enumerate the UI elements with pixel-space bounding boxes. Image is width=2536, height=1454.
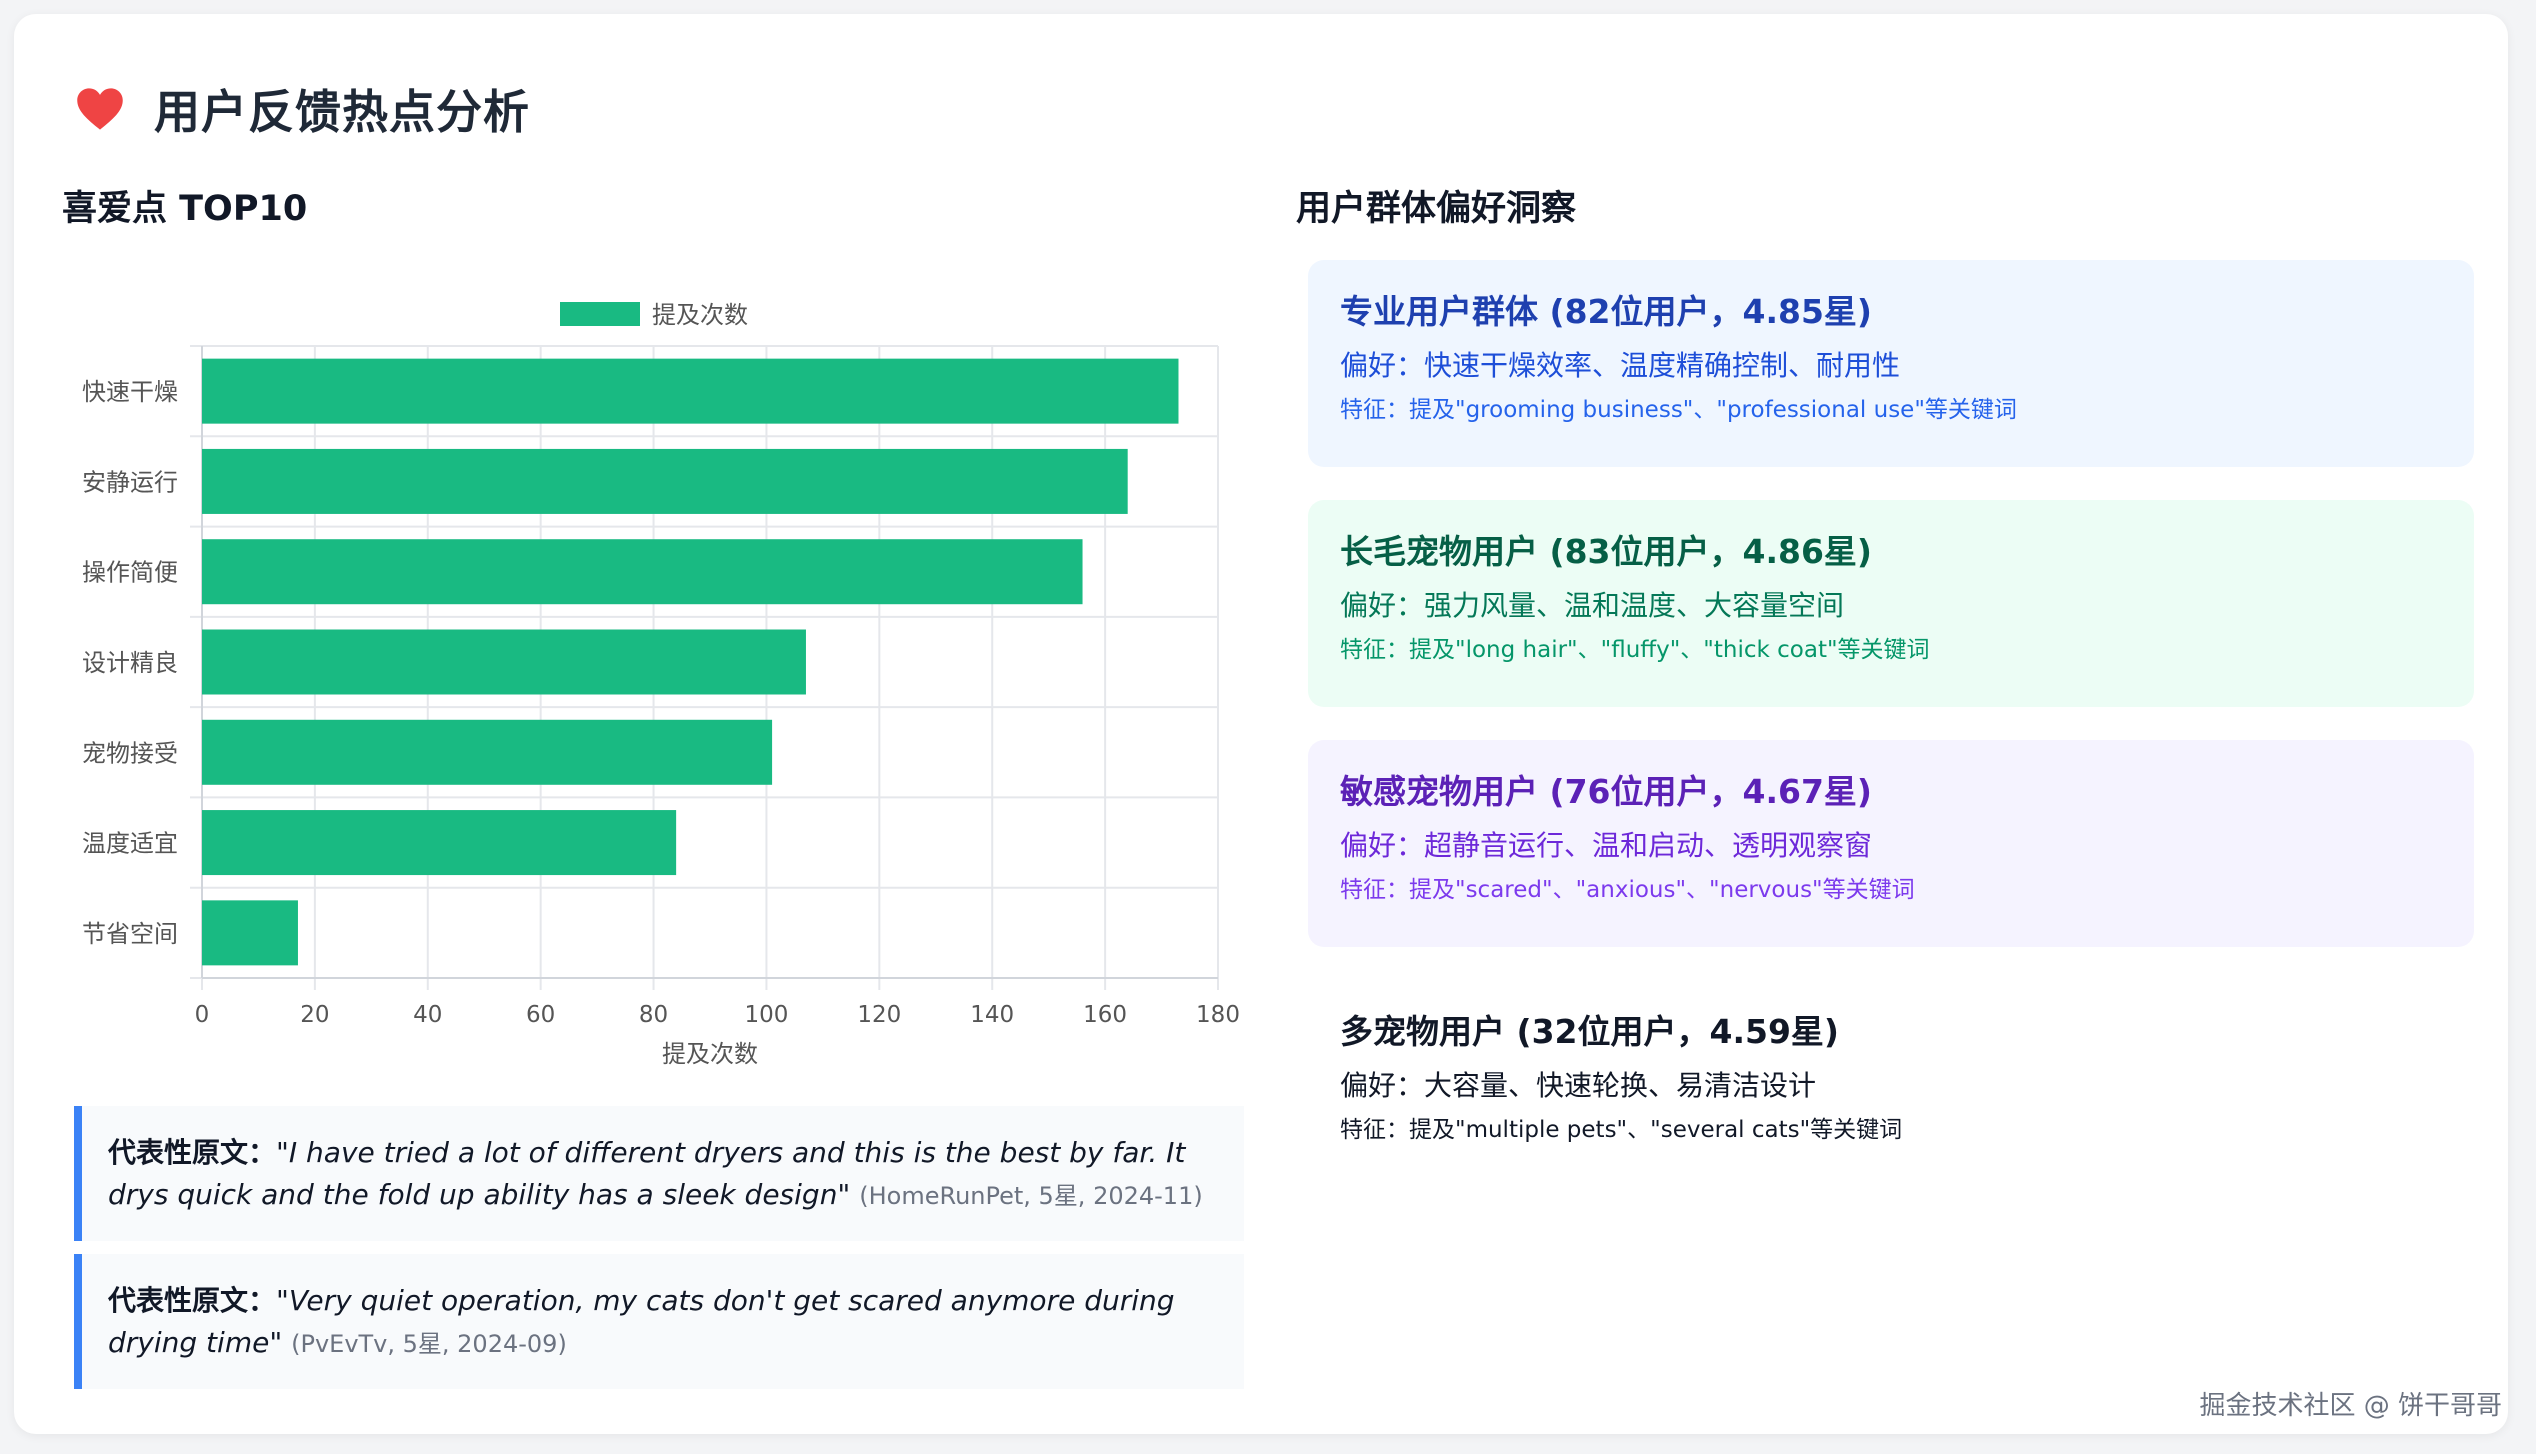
group-card-sensitive: 敏感宠物用户 (76位用户，4.67星) 偏好：超静音运行、温和启动、透明观察窗… (1308, 740, 2474, 947)
group-name: 专业用户群体 (82位用户，4.85星) (1340, 292, 1872, 331)
x-axis-label: 提及次数 (662, 1040, 758, 1068)
group-feature: 特征：提及"multiple pets"、"several cats"等关键词 (1340, 1117, 1903, 1143)
x-tick-label: 160 (1083, 1002, 1127, 1028)
bar (202, 629, 806, 695)
page-title: 用户反馈热点分析 (154, 85, 530, 139)
quote-block-1: 代表性原文："I have tried a lot of different d… (74, 1106, 1244, 1241)
x-tick-label: 140 (970, 1002, 1014, 1028)
group-name: 敏感宠物用户 (76位用户，4.67星) (1340, 772, 1872, 811)
group-name: 长毛宠物用户 (83位用户，4.86星) (1340, 532, 1872, 571)
watermark: 掘金技术社区 @ 饼干哥哥 (2199, 1391, 2502, 1421)
group-feature: 特征：提及"grooming business"、"professional u… (1340, 397, 2017, 423)
quote-source: (HomeRunPet, 5星, 2024-11) (859, 1182, 1203, 1210)
y-category-label: 安静运行 (82, 468, 178, 496)
y-category-label: 节省空间 (82, 920, 178, 948)
group-feature: 特征：提及"scared"、"anxious"、"nervous"等关键词 (1340, 877, 1915, 903)
group-card-professional: 专业用户群体 (82位用户，4.85星) 偏好：快速干燥效率、温度精确控制、耐用… (1308, 260, 2474, 467)
bar (202, 810, 677, 876)
quote-source: (PvEvTv, 5星, 2024-09) (291, 1330, 567, 1358)
quote-label: 代表性原文： (108, 1284, 277, 1317)
legend-label: 提及次数 (652, 301, 748, 329)
y-category-label: 宠物接受 (82, 739, 178, 767)
group-preference: 偏好：快速干燥效率、温度精确控制、耐用性 (1340, 349, 1901, 382)
group-name: 多宠物用户 (32位用户，4.59星) (1340, 1012, 1839, 1051)
favorites-section-title: 喜爱点 TOP10 (62, 189, 308, 229)
y-category-label: 快速干燥 (82, 378, 178, 406)
group-preference: 偏好：超静音运行、温和启动、透明观察窗 (1340, 829, 1873, 862)
x-tick-label: 60 (526, 1002, 555, 1028)
x-tick-label: 20 (300, 1002, 329, 1028)
bar (202, 719, 773, 785)
y-category-label: 温度适宜 (82, 830, 178, 858)
quote-block-2: 代表性原文："Very quiet operation, my cats don… (74, 1254, 1244, 1389)
groups-section-title: 用户群体偏好洞察 (1296, 189, 1577, 229)
chart-svg: 0 20 40 60 80 100 120 140 160 180 快速干燥安静运行操作简便设计精良… (82, 301, 1240, 1068)
x-tick-label: 180 (1196, 1002, 1240, 1028)
x-tick-label: 0 (195, 1002, 210, 1028)
bar (202, 539, 1083, 605)
group-feature: 特征：提及"long hair"、"fluffy"、"thick coat"等关… (1340, 637, 1930, 663)
page-header: 用户反馈热点分析 (74, 76, 530, 142)
group-preference: 偏好：强力风量、温和温度、大容量空间 (1340, 589, 1845, 622)
group-card-multi-pet: 多宠物用户 (32位用户，4.59星) 偏好：大容量、快速轮换、易清洁设计 特征… (1308, 980, 2474, 1187)
x-tick-label: 80 (639, 1002, 668, 1028)
group-preference: 偏好：大容量、快速轮换、易清洁设计 (1340, 1069, 1817, 1102)
x-tick-label: 120 (857, 1002, 901, 1028)
quote-label: 代表性原文： (108, 1136, 277, 1169)
legend-swatch (560, 302, 640, 326)
group-card-long-hair: 长毛宠物用户 (83位用户，4.86星) 偏好：强力风量、温和温度、大容量空间 … (1308, 500, 2474, 707)
report-card: 用户反馈热点分析 喜爱点 TOP10 0 20 40 60 80 100 120 140 160… (14, 14, 2508, 1434)
y-category-label: 操作简便 (82, 559, 178, 587)
favorites-bar-chart: 0 20 40 60 80 100 120 140 160 180 快速干燥安静运行操作简便设计精良… (64, 282, 1264, 1082)
x-tick-label: 40 (413, 1002, 442, 1028)
bar (202, 900, 298, 966)
x-tick-label: 100 (744, 1002, 788, 1028)
bar (202, 358, 1179, 424)
heart-icon (77, 88, 123, 130)
bar (202, 448, 1128, 514)
y-category-label: 设计精良 (82, 649, 178, 677)
